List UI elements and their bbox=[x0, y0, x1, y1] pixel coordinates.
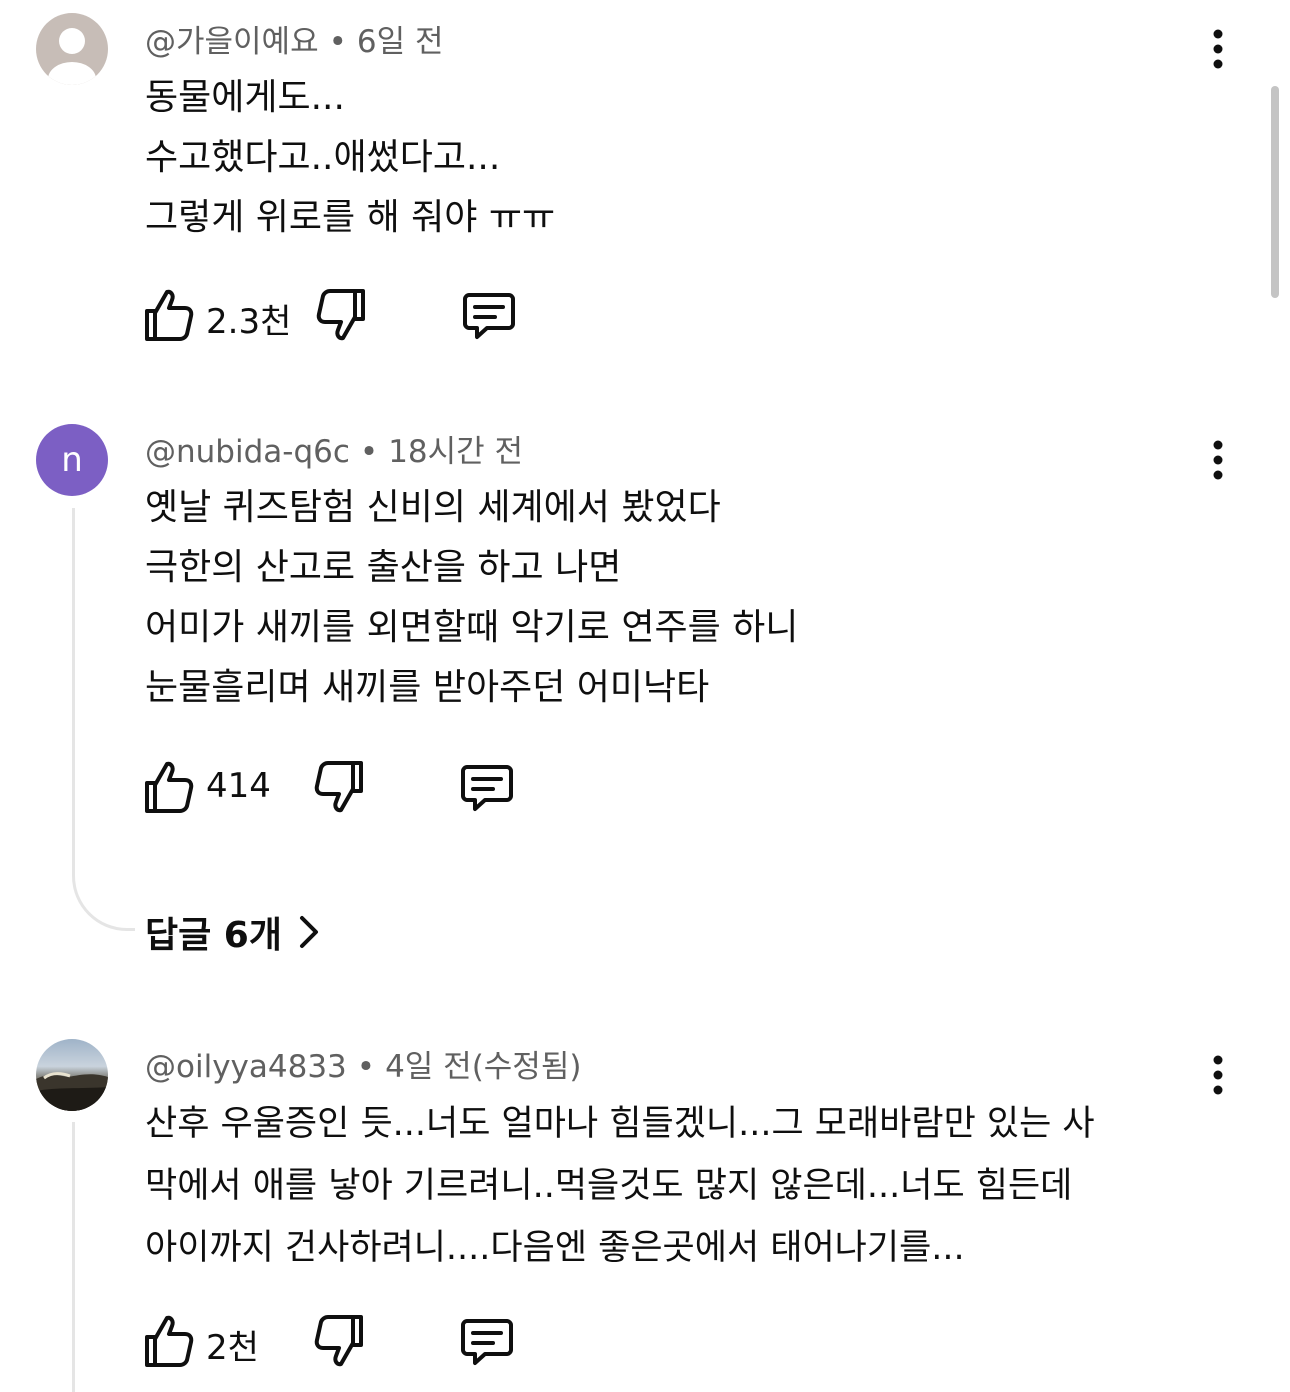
comment-actions: 2천 bbox=[140, 1312, 540, 1372]
like-icon bbox=[145, 289, 194, 341]
dislike-icon bbox=[314, 761, 363, 813]
comment-text: 동물에게도... 수고했다고..애썼다고... 그렇게 위로를 해 줘야 ㅠㅠ bbox=[145, 68, 555, 248]
comment-line: 수고했다고..애썼다고... bbox=[145, 137, 501, 178]
more-options-icon bbox=[1213, 440, 1223, 480]
comment-actions: 414 bbox=[140, 758, 540, 818]
like-button[interactable] bbox=[140, 1312, 196, 1374]
like-button[interactable] bbox=[140, 286, 196, 348]
reply-button[interactable] bbox=[460, 286, 518, 348]
comment-meta: @가을이예요 • 6일 전 bbox=[145, 16, 444, 61]
default-avatar-icon bbox=[48, 28, 96, 85]
comment-text: 옛날 퀴즈탐험 신비의 세계에서 봤었다 극한의 산고로 출산을 하고 나면 어… bbox=[145, 478, 798, 718]
replies-label: 답글 6개 bbox=[145, 915, 282, 956]
like-button[interactable] bbox=[140, 758, 196, 820]
dislike-button[interactable] bbox=[312, 758, 368, 820]
comment-line: 눈물흘리며 새끼를 받아주던 어미낙타 bbox=[145, 667, 710, 708]
comment-author[interactable]: @oilyya4833 bbox=[145, 1049, 347, 1085]
like-icon bbox=[145, 1315, 194, 1367]
comment-author[interactable]: @nubida-q6c bbox=[145, 434, 350, 470]
comment-meta: @nubida-q6c • 18시간 전 bbox=[145, 426, 523, 471]
comment-meta: @oilyya4833 • 4일 전(수정됨) bbox=[145, 1041, 581, 1086]
comment-time[interactable]: 4일 전(수정됨) bbox=[385, 1049, 581, 1085]
comment-author[interactable]: @가을이예요 bbox=[145, 24, 319, 60]
dislike-button[interactable] bbox=[312, 1312, 368, 1374]
meta-separator: • bbox=[356, 1049, 376, 1085]
like-count: 414 bbox=[206, 766, 271, 806]
scrollbar-thumb[interactable] bbox=[1271, 86, 1279, 298]
chevron-right-icon bbox=[299, 916, 318, 948]
like-icon bbox=[145, 761, 194, 813]
reply-button[interactable] bbox=[458, 1312, 516, 1374]
reply-button[interactable] bbox=[458, 758, 516, 820]
dislike-icon bbox=[316, 289, 365, 341]
comment-line: 막에서 애를 낳아 기르려니..먹을것도 많지 않은데...너도 힘든데 bbox=[145, 1166, 1073, 1206]
comment-time[interactable]: 18시간 전 bbox=[388, 434, 523, 470]
comment-line: 동물에게도... bbox=[145, 77, 345, 118]
comment-text: 산후 우울증인 듯...너도 얼마나 힘들겠니...그 모래바람만 있는 사 막… bbox=[145, 1093, 1095, 1279]
more-options-button[interactable] bbox=[1198, 435, 1238, 485]
dislike-icon bbox=[314, 1315, 363, 1367]
dislike-button[interactable] bbox=[314, 286, 370, 348]
like-count: 2천 bbox=[206, 1328, 259, 1368]
comment-line: 아이까지 건사하려니....다음엔 좋은곳에서 태어나기를... bbox=[145, 1228, 965, 1268]
thread-line bbox=[72, 508, 135, 931]
comment-time[interactable]: 6일 전 bbox=[357, 24, 444, 60]
meta-separator: • bbox=[359, 434, 379, 470]
view-replies-button[interactable]: 답글 6개 bbox=[145, 906, 322, 958]
avatar[interactable]: n bbox=[36, 424, 108, 496]
landscape-photo-icon bbox=[36, 1072, 108, 1111]
comment-line: 산후 우울증인 듯...너도 얼마나 힘들겠니...그 모래바람만 있는 사 bbox=[145, 1104, 1095, 1144]
reply-icon bbox=[463, 293, 515, 339]
more-options-button[interactable] bbox=[1198, 24, 1238, 74]
comment-line: 어미가 새끼를 외면할때 악기로 연주를 하니 bbox=[145, 607, 799, 648]
reply-icon bbox=[461, 1319, 513, 1365]
more-options-icon bbox=[1213, 1055, 1223, 1095]
reply-icon bbox=[461, 765, 513, 811]
meta-separator: • bbox=[328, 24, 347, 60]
avatar[interactable] bbox=[36, 13, 108, 85]
more-options-button[interactable] bbox=[1198, 1050, 1238, 1100]
comment-actions: 2.3천 bbox=[140, 286, 540, 346]
like-count: 2.3천 bbox=[206, 302, 292, 342]
comment-line: 옛날 퀴즈탐험 신비의 세계에서 봤었다 bbox=[145, 487, 721, 528]
more-options-icon bbox=[1213, 29, 1223, 69]
thread-line bbox=[72, 1122, 75, 1392]
avatar[interactable] bbox=[36, 1039, 108, 1111]
comment-line: 그렇게 위로를 해 줘야 ㅠㅠ bbox=[145, 197, 556, 238]
comment-line: 극한의 산고로 출산을 하고 나면 bbox=[145, 547, 622, 588]
